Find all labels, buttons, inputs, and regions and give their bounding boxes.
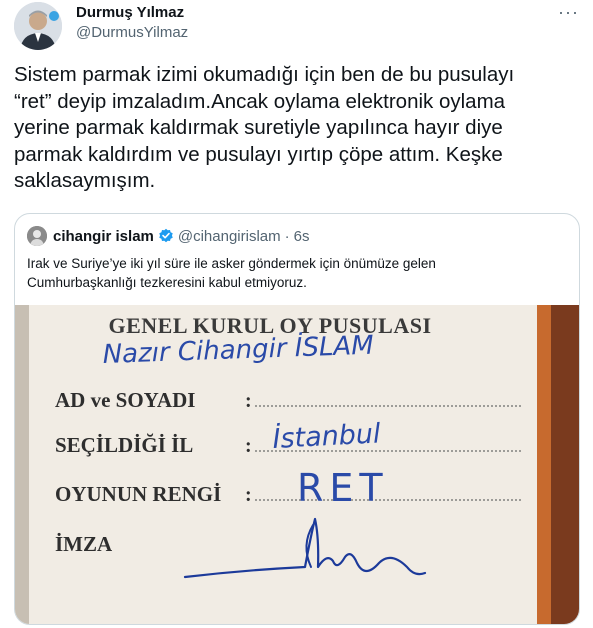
author-name[interactable]: Durmuş Yılmaz <box>76 4 184 21</box>
svg-text::: : <box>245 435 252 457</box>
svg-text::: : <box>245 484 252 506</box>
quoted-author-name[interactable]: cihangir islam <box>53 228 154 245</box>
field-vote-label: OYUNUN RENGİ <box>55 482 221 506</box>
tweet-header: Durmuş Yılmaz @DurmusYilmaz ··· <box>14 2 579 50</box>
quoted-tweet-header: cihangir islam @cihangirislam · 6s <box>27 226 309 246</box>
quoted-tweet-text: Irak ve Suriye’ye iki yıl süre ile asker… <box>27 256 436 290</box>
svg-text::: : <box>245 390 252 412</box>
quoted-author-avatar[interactable] <box>27 226 47 246</box>
quoted-author-handle[interactable]: @cihangirislam <box>178 228 281 245</box>
quoted-tweet[interactable]: cihangir islam @cihangirislam · 6s Irak … <box>14 213 580 625</box>
verified-badge-icon <box>158 228 174 244</box>
author-avatar[interactable] <box>14 2 62 50</box>
meta-separator: · <box>284 227 290 245</box>
field-name-label: AD ve SOYADI <box>55 388 195 412</box>
field-signature-label: İMZA <box>55 532 113 556</box>
handwritten-city: İstanbul <box>272 417 382 455</box>
handwritten-vote: RET <box>297 466 389 510</box>
field-city-label: SEÇİLDİĞİ İL <box>55 433 193 457</box>
tweet-text: Sistem parmak izimi okumadığı için ben d… <box>14 63 515 192</box>
author-handle[interactable]: @DurmusYilmaz <box>76 24 188 41</box>
more-options-icon[interactable]: ··· <box>558 2 579 23</box>
quoted-tweet-time[interactable]: 6s <box>294 228 310 245</box>
ballot-photo[interactable]: GENEL KURUL OY PUSULASI Nazır Cihangir İ… <box>15 305 579 624</box>
